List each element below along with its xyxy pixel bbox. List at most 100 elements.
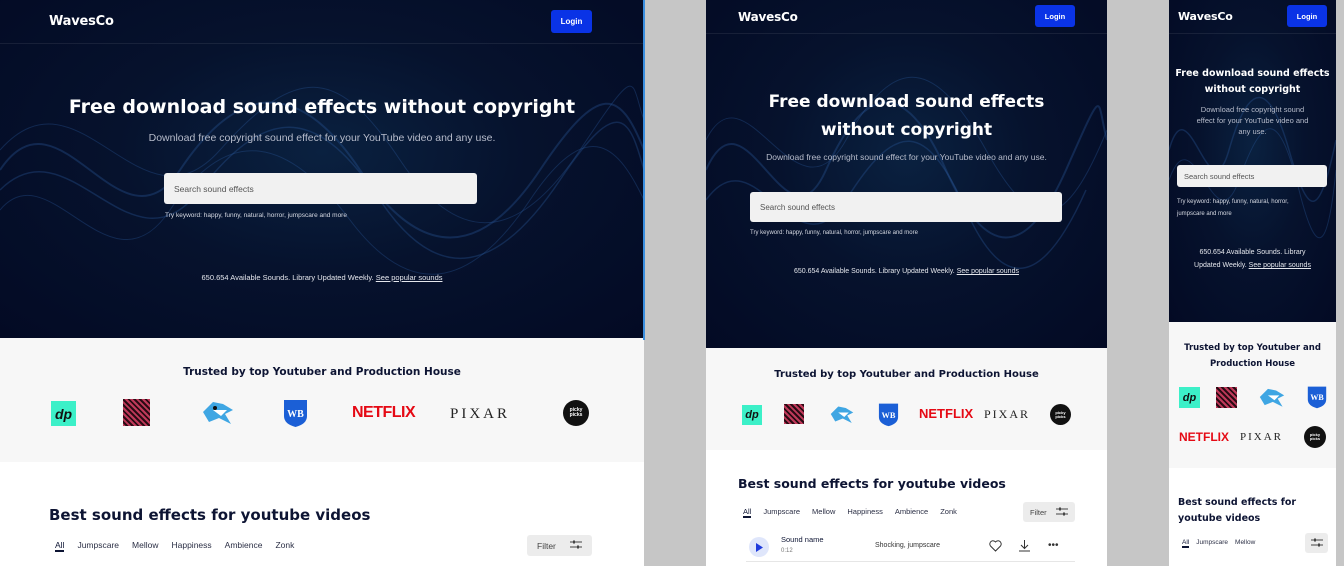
pixar-logo: PIXAR xyxy=(984,407,1031,421)
hero-title: Free download sound effects without copy… xyxy=(1175,68,1330,95)
logo[interactable]: WavesCo xyxy=(1178,10,1233,23)
hero-section: WavesCo Login Free download sound effect… xyxy=(706,0,1107,348)
top-nav: WavesCo Login xyxy=(1169,0,1336,34)
play-icon[interactable] xyxy=(749,537,769,557)
picky-picks-logo: picky picks xyxy=(1304,426,1326,448)
dp-logo: dp xyxy=(742,405,762,425)
hero-subtitle: Download free copyright sound effect for… xyxy=(766,152,1047,162)
netflix-logo: NETFLIX xyxy=(1179,430,1229,444)
best-section-title: Best sound effects for youtube videos xyxy=(49,506,371,524)
trusted-title: Trusted by top Youtuber and Production H… xyxy=(1184,343,1321,369)
tab-jumpscare[interactable]: Jumpscare xyxy=(77,540,119,552)
sound-name: Sound name xyxy=(781,535,824,544)
tab-mellow[interactable]: Mellow xyxy=(132,540,158,552)
hero-title: Free download sound effects without copy… xyxy=(68,96,576,118)
filter-sliders-icon xyxy=(1056,507,1068,518)
category-tabs: All Jumpscare Mellow Happiness Ambience … xyxy=(55,540,294,552)
wave-background xyxy=(706,77,1107,270)
dp-logo: dp xyxy=(1179,387,1200,408)
pattern-logo xyxy=(123,399,150,426)
login-button[interactable]: Login xyxy=(1287,5,1327,27)
trusted-section: Trusted by top Youtuber and Production H… xyxy=(0,338,644,462)
wave-background xyxy=(1169,97,1336,239)
picky-picks-logo: picky picks xyxy=(1050,404,1071,425)
tab-happiness[interactable]: Happiness xyxy=(171,540,211,552)
tab-zonk[interactable]: Zonk xyxy=(940,507,957,518)
trusted-section: Trusted by top Youtuber and Production H… xyxy=(706,348,1107,450)
search-placeholder: Search sound effects xyxy=(760,202,836,212)
search-input[interactable]: Search sound effects xyxy=(164,173,477,204)
dp-logo: dp xyxy=(51,401,76,426)
tab-zonk[interactable]: Zonk xyxy=(275,540,294,552)
filter-button[interactable] xyxy=(1305,533,1328,553)
tablet-frame: WavesCo Login Free download sound effect… xyxy=(706,0,1107,566)
category-tabs: All Jumpscare Mellow Happiness Ambience … xyxy=(743,507,957,518)
search-input[interactable]: Search sound effects xyxy=(1177,165,1327,187)
search-hint: Try keyword: happy, funny, natural, horr… xyxy=(750,230,918,236)
best-section-title: Best sound effects for youtube videos xyxy=(1178,497,1297,524)
tab-jumpscare[interactable]: Jumpscare xyxy=(763,507,800,518)
trusted-title: Trusted by top Youtuber and Production H… xyxy=(183,366,461,378)
search-placeholder: Search sound effects xyxy=(174,183,254,194)
hero-title: Free download sound effects without copy… xyxy=(768,92,1045,140)
desktop-frame: WavesCo Login Free download sound effect… xyxy=(0,0,644,566)
filter-label: Filter xyxy=(537,540,556,551)
wb-logo: WB xyxy=(283,398,308,428)
tab-ambience[interactable]: Ambience xyxy=(895,507,928,518)
more-icon[interactable]: ••• xyxy=(1048,540,1059,551)
library-stats: 650.654 Available Sounds. Library Update… xyxy=(1169,246,1336,272)
sound-tags: Shocking, jumpscare xyxy=(875,542,940,549)
trusted-section: Trusted by top Youtuber and Production H… xyxy=(1169,322,1336,468)
top-nav: WavesCo Login xyxy=(706,0,1107,34)
tab-jumpscare[interactable]: Jumpscare xyxy=(1196,539,1228,548)
library-stats: 650.654 Available Sounds. Library Update… xyxy=(706,268,1107,275)
wb-logo: WB xyxy=(1307,385,1327,409)
search-hint: Try keyword: happy, funny, natural, horr… xyxy=(1177,199,1289,217)
netflix-logo: NETFLIX xyxy=(919,406,974,421)
shark-logo xyxy=(828,402,856,426)
logo[interactable]: WavesCo xyxy=(738,10,798,24)
filter-button[interactable]: Filter xyxy=(1023,502,1075,522)
stats-text: 650.654 Available Sounds. Library Update… xyxy=(201,273,374,282)
search-input[interactable]: Search sound effects xyxy=(750,192,1062,222)
tab-all[interactable]: All xyxy=(1182,539,1190,548)
shark-logo xyxy=(201,396,235,428)
tab-mellow[interactable]: Mellow xyxy=(1235,539,1255,548)
tab-all[interactable]: All xyxy=(55,540,65,552)
search-hint: Try keyword: happy, funny, natural, horr… xyxy=(165,212,347,219)
hero-section: WavesCo Login Free download sound effect… xyxy=(1169,0,1336,322)
tab-mellow[interactable]: Mellow xyxy=(812,507,835,518)
best-section-title: Best sound effects for youtube videos xyxy=(738,476,1006,491)
hero-section: WavesCo Login Free download sound effect… xyxy=(0,0,644,338)
hero-subtitle: Download free copyright sound effect for… xyxy=(148,132,496,144)
pattern-logo xyxy=(784,404,804,424)
wb-logo: WB xyxy=(878,402,899,427)
tab-all[interactable]: All xyxy=(743,507,752,518)
logo[interactable]: WavesCo xyxy=(49,14,114,29)
login-button[interactable]: Login xyxy=(551,10,592,33)
netflix-logo: NETFLIX xyxy=(352,404,416,421)
login-button[interactable]: Login xyxy=(1035,5,1075,27)
heart-icon[interactable] xyxy=(989,539,1002,557)
tab-ambience[interactable]: Ambience xyxy=(225,540,263,552)
popular-sounds-link[interactable]: See popular sounds xyxy=(957,268,1019,275)
popular-sounds-link[interactable]: See popular sounds xyxy=(376,273,443,282)
stats-text: 650.654 Available Sounds. Library Update… xyxy=(794,268,955,275)
top-nav: WavesCo Login xyxy=(0,0,644,44)
sound-row[interactable]: Sound name 0:12 Shocking, jumpscare ••• xyxy=(746,534,1075,562)
filter-button[interactable]: Filter xyxy=(527,535,592,556)
pixar-logo: PIXAR xyxy=(450,406,511,422)
category-tabs: All Jumpscare Mellow xyxy=(1182,539,1255,548)
trusted-title: Trusted by top Youtuber and Production H… xyxy=(774,369,1039,380)
wave-background xyxy=(0,85,644,275)
frame-selection-border xyxy=(643,0,645,340)
svg-text:WB: WB xyxy=(1310,393,1324,402)
filter-sliders-icon xyxy=(1310,534,1323,552)
shark-logo xyxy=(1257,384,1287,410)
picky-picks-logo: picky picks xyxy=(563,400,589,426)
svg-text:WB: WB xyxy=(287,409,304,420)
tab-happiness[interactable]: Happiness xyxy=(847,507,882,518)
popular-sounds-link[interactable]: See popular sounds xyxy=(1249,262,1311,269)
sound-duration: 0:12 xyxy=(781,548,793,554)
download-icon[interactable] xyxy=(1019,539,1030,557)
